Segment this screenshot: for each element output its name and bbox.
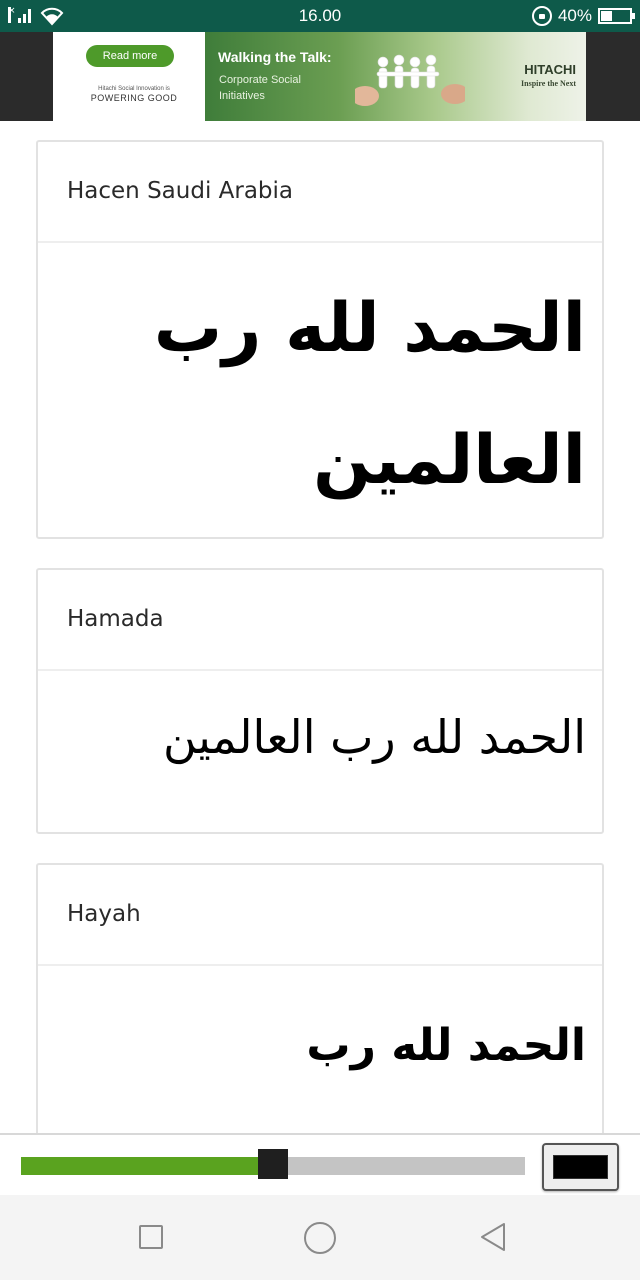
ad-brand-tagline: Inspire the Next [521,79,576,88]
color-swatch [553,1155,608,1179]
back-icon[interactable] [478,1221,508,1253]
font-card-hamada[interactable]: Hamada الحمد لله رب العالمين [36,568,604,834]
font-name: Hacen Saudi Arabia [67,178,294,204]
ad-tagline: Hitachi Social Innovation is [98,86,170,92]
ad-headline: Walking the Talk: [218,49,332,65]
home-icon[interactable] [304,1222,336,1254]
battery-percent: 40% [557,6,592,25]
status-bar: × 16.00 40% [0,0,640,32]
card-header: Hamada [38,570,602,671]
status-right-icons: 40% [531,5,635,27]
font-preview-text: الحمد لله رب العالمين [153,289,586,500]
font-card-hayah[interactable]: Hayah الحمد لله رب [36,863,604,1153]
font-name: Hayah [67,901,141,927]
ad-powering-good: POWERING GOOD [90,93,178,103]
card-header: Hayah [38,865,602,966]
ad-paper-people-image [355,54,465,106]
battery-fill [601,11,613,21]
font-preview-text: الحمد لله رب العالمين [162,710,586,764]
battery-icon [598,8,635,24]
font-name: Hamada [67,606,164,632]
ad-banner[interactable]: Read more Hitachi Social Innovation is P… [53,32,586,121]
text-color-button[interactable] [542,1143,619,1191]
preview-controls [0,1133,640,1195]
navigation-bar [0,1195,640,1280]
slider-thumb[interactable] [258,1149,288,1179]
ad-subline: Corporate Social Initiatives [219,74,301,102]
font-card-hacen-saudi-arabia[interactable]: Hacen Saudi Arabia الحمد لله رب العالمين [36,140,604,539]
ad-strip: Read more Hitachi Social Innovation is P… [0,32,640,121]
ad-right-panel: Walking the Talk: Corporate Social Initi… [205,32,586,121]
ad-read-more-button[interactable]: Read more [86,45,174,67]
recent-apps-icon[interactable] [139,1225,163,1249]
rotation-lock-icon [531,6,552,26]
slider-fill [21,1157,273,1175]
ad-left-panel: Read more Hitachi Social Innovation is P… [53,32,205,121]
font-preview-text: الحمد لله رب [306,1020,586,1071]
ad-brand-logo: HITACHI [524,62,576,77]
card-header: Hacen Saudi Arabia [38,142,602,243]
font-size-slider[interactable] [21,1149,525,1179]
